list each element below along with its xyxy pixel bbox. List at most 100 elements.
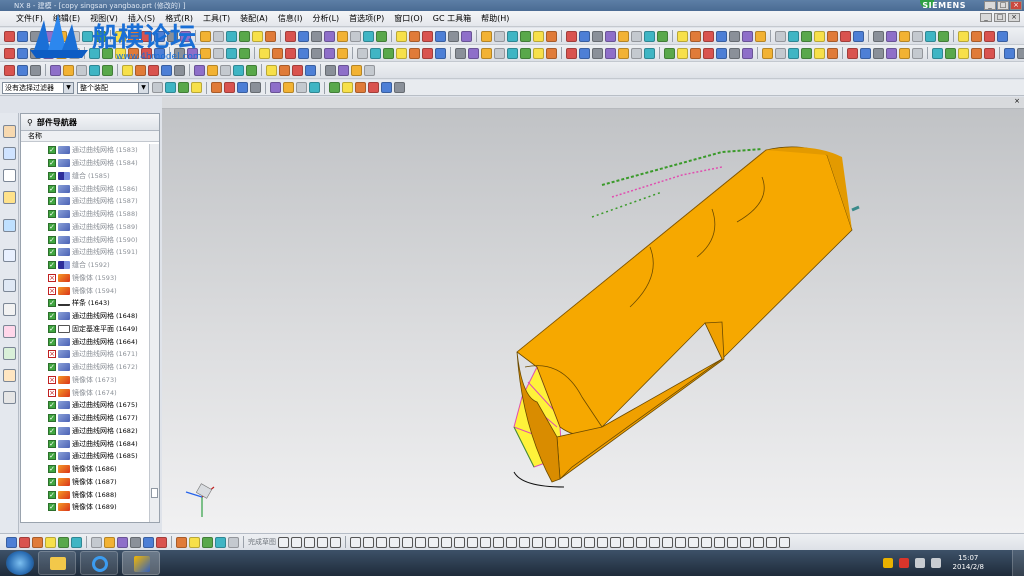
- sketch-tool-icon[interactable]: [71, 536, 82, 548]
- toolbar-tool-icon[interactable]: [154, 30, 165, 42]
- feature-row[interactable]: ✓ 镜像体 (1689): [21, 501, 149, 514]
- sketch-tool-icon[interactable]: [202, 536, 213, 548]
- visibility-checkbox[interactable]: ✓: [48, 261, 56, 270]
- visibility-checkbox[interactable]: ✓: [48, 222, 56, 231]
- toolbar-tool-icon[interactable]: [422, 47, 433, 59]
- toolbar-tool-icon[interactable]: [89, 64, 100, 76]
- visibility-checkbox[interactable]: ×: [48, 273, 56, 282]
- feature-row[interactable]: ✓ 通过曲线网格 (1677): [21, 412, 149, 425]
- sketch-tool-icon[interactable]: [454, 536, 465, 548]
- toolbar-tool-icon[interactable]: [265, 30, 276, 42]
- toolbar-tool-icon[interactable]: [357, 47, 368, 59]
- toolbar-tool-icon[interactable]: [481, 47, 492, 59]
- toolbar-tool-icon[interactable]: [579, 47, 590, 59]
- toolbar-tool-icon[interactable]: [566, 47, 577, 59]
- feature-row[interactable]: ✓ 通过曲线网格 (1685): [21, 450, 149, 463]
- sketch-tool-icon[interactable]: [597, 536, 608, 548]
- show-desktop-button[interactable]: [1012, 550, 1024, 576]
- toolbar-tool-icon[interactable]: [89, 47, 100, 59]
- toolbar-tool-icon[interactable]: [63, 64, 74, 76]
- menu-gc-toolbox[interactable]: GC 工具箱: [433, 13, 471, 24]
- toolbar-tool-icon[interactable]: [69, 47, 80, 59]
- feature-row[interactable]: ✓ 通过曲线网格 (1682): [21, 425, 149, 438]
- toolbar-tool-icon[interactable]: [592, 47, 603, 59]
- tray-antivirus-icon[interactable]: [898, 558, 909, 568]
- visibility-checkbox[interactable]: ✓: [48, 337, 56, 346]
- toolbar-tool-icon[interactable]: [305, 64, 316, 76]
- toolbar-tool-icon[interactable]: [716, 47, 727, 59]
- sketch-tool-icon[interactable]: [228, 536, 239, 548]
- sketch-tool-icon[interactable]: [58, 536, 69, 548]
- sketch-tool-icon[interactable]: [649, 536, 660, 548]
- feature-row[interactable]: ✓ 镜像体 (1686): [21, 463, 149, 476]
- toolbar-tool-icon[interactable]: [43, 47, 54, 59]
- visibility-checkbox[interactable]: ✓: [48, 490, 56, 499]
- sketch-tool-icon[interactable]: [189, 536, 200, 548]
- toolbar-tool-icon[interactable]: [165, 82, 176, 93]
- feature-row[interactable]: ✓ 通过曲线网格 (1672): [21, 361, 149, 374]
- sketch-tool-icon[interactable]: [779, 536, 790, 548]
- toolbar-tool-icon[interactable]: [237, 82, 248, 93]
- sketch-tool-icon[interactable]: [714, 536, 725, 548]
- ie-taskbar-button[interactable]: [80, 551, 118, 575]
- sketch-tool-icon[interactable]: [143, 536, 154, 548]
- minimize-button[interactable]: _: [984, 1, 996, 10]
- toolbar-tool-icon[interactable]: [886, 30, 897, 42]
- sketch-tool-icon[interactable]: [156, 536, 167, 548]
- scope-select[interactable]: 整个装配 ▼: [77, 81, 149, 94]
- toolbar-tool-icon[interactable]: [788, 47, 799, 59]
- sketch-tool-icon[interactable]: [766, 536, 777, 548]
- visibility-checkbox[interactable]: ✓: [48, 171, 56, 180]
- toolbar-tool-icon[interactable]: [226, 30, 237, 42]
- sketch-tool-icon[interactable]: [32, 536, 43, 548]
- assembly-navigator-icon[interactable]: [3, 125, 16, 138]
- visibility-checkbox[interactable]: ✓: [48, 248, 56, 257]
- toolbar-tool-icon[interactable]: [409, 30, 420, 42]
- toolbar-tool-icon[interactable]: [664, 47, 675, 59]
- name-column-header[interactable]: 名称: [21, 131, 159, 142]
- toolbar-tool-icon[interactable]: [605, 47, 616, 59]
- sketch-tool-icon[interactable]: [176, 536, 187, 548]
- doc-minimize-button[interactable]: _: [980, 13, 992, 22]
- toolbar-tool-icon[interactable]: [338, 64, 349, 76]
- sketch-tool-icon[interactable]: [402, 536, 413, 548]
- toolbar-tool-icon[interactable]: [141, 47, 152, 59]
- sketch-tool-icon[interactable]: [304, 536, 315, 548]
- feature-row[interactable]: × 通过曲线网格 (1671): [21, 348, 149, 361]
- toolbar-tool-icon[interactable]: [364, 64, 375, 76]
- sketch-tool-icon[interactable]: [662, 536, 673, 548]
- toolbar-tool-icon[interactable]: [324, 47, 335, 59]
- navigator-scrollbar[interactable]: [149, 144, 159, 522]
- sketch-tool-icon[interactable]: [376, 536, 387, 548]
- toolbar-tool-icon[interactable]: [311, 30, 322, 42]
- toolbar-tool-icon[interactable]: [122, 64, 133, 76]
- menu-insert[interactable]: 插入(S): [128, 13, 155, 24]
- toolbar-tool-icon[interactable]: [873, 30, 884, 42]
- toolbar-tool-icon[interactable]: [115, 30, 126, 42]
- graphics-window[interactable]: [162, 97, 1024, 533]
- toolbar-tool-icon[interactable]: [252, 30, 263, 42]
- feature-row[interactable]: ✓ 固定基准平面 (1649): [21, 323, 149, 336]
- toolbar-tool-icon[interactable]: [762, 47, 773, 59]
- toolbar-tool-icon[interactable]: [161, 64, 172, 76]
- toolbar-tool-icon[interactable]: [435, 47, 446, 59]
- toolbar-tool-icon[interactable]: [30, 47, 41, 59]
- toolbar-tool-icon[interactable]: [4, 47, 15, 59]
- toolbar-tool-icon[interactable]: [592, 30, 603, 42]
- toolbar-tool-icon[interactable]: [324, 30, 335, 42]
- toolbar-tool-icon[interactable]: [533, 30, 544, 42]
- hd3d-tools-icon[interactable]: [3, 219, 16, 232]
- sketch-tool-icon[interactable]: [91, 536, 102, 548]
- network-icon[interactable]: [914, 558, 925, 568]
- toolbar-tool-icon[interactable]: [213, 30, 224, 42]
- feature-row[interactable]: ✓ 通过曲线网格 (1648): [21, 310, 149, 323]
- toolbar-tool-icon[interactable]: [337, 30, 348, 42]
- toolbar-tool-icon[interactable]: [853, 30, 864, 42]
- toolbar-tool-icon[interactable]: [224, 82, 235, 93]
- close-button[interactable]: ×: [1010, 1, 1022, 10]
- sketch-tool-icon[interactable]: [636, 536, 647, 548]
- toolbar-tool-icon[interactable]: [17, 30, 28, 42]
- toolbar-tool-icon[interactable]: [148, 64, 159, 76]
- toolbar-tool-icon[interactable]: [95, 30, 106, 42]
- menu-info[interactable]: 信息(I): [278, 13, 303, 24]
